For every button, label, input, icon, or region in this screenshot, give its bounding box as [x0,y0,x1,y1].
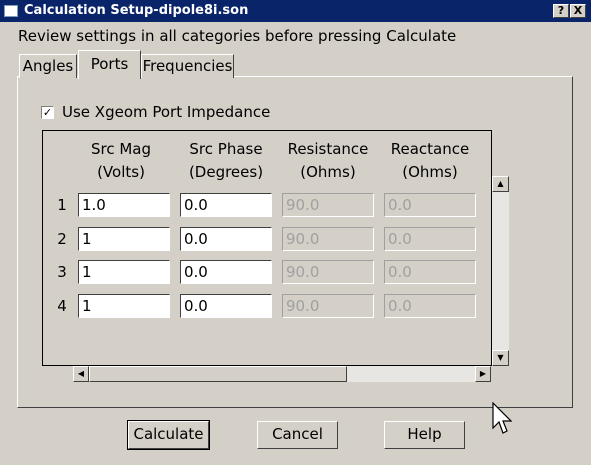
help-caption-button[interactable]: ? [553,4,569,18]
resistance-field: 90.0 [282,294,374,318]
xgeom-checkbox[interactable]: ✓ [41,106,54,119]
scroll-left-button[interactable]: ◀ [73,366,89,382]
src-phase-field[interactable]: 0.0 [180,260,272,284]
resistance-field: 90.0 [282,193,374,217]
reactance-field: 0.0 [384,227,476,251]
src-phase-field[interactable]: 0.0 [180,193,272,217]
row-number: 3 [57,263,67,281]
header-reactance: Reactance (Ohms) [390,140,470,181]
tab-frequencies[interactable]: Frequencies [141,54,234,78]
xgeom-label: Use Xgeom Port Impedance [62,103,271,121]
src-mag-field[interactable]: 1.0 [78,193,170,217]
header-src-phase: Src Phase (Degrees) [188,140,264,181]
header-src-mag: Src Mag (Volts) [90,140,152,181]
row-number: 2 [57,230,67,248]
close-button[interactable]: X [570,4,586,18]
instruction-text: Review settings in all categories before… [18,27,457,45]
window-title: Calculation Setup-dipole8i.son [24,3,249,18]
row-number: 4 [57,297,67,315]
mouse-cursor-icon [492,402,512,434]
scroll-up-button[interactable]: ▲ [492,176,509,192]
cancel-button[interactable]: Cancel [257,421,338,449]
reactance-field: 0.0 [384,193,476,217]
src-phase-field[interactable]: 0.0 [180,227,272,251]
header-resistance: Resistance (Ohms) [287,140,369,181]
reactance-field: 0.0 [384,294,476,318]
scroll-down-button[interactable]: ▼ [492,350,509,366]
calculate-button[interactable]: Calculate [127,420,210,450]
reactance-field: 0.0 [384,260,476,284]
src-mag-field[interactable]: 1 [78,227,170,251]
scroll-right-button[interactable]: ▶ [475,366,491,382]
horizontal-scroll-thumb[interactable] [89,366,347,382]
src-mag-field[interactable]: 1 [78,294,170,318]
help-button[interactable]: Help [384,421,465,449]
src-phase-field[interactable]: 0.0 [180,294,272,318]
row-number: 1 [57,196,67,214]
src-mag-field[interactable]: 1 [78,260,170,284]
resistance-field: 90.0 [282,260,374,284]
vertical-scrollbar[interactable] [492,176,509,366]
tab-angles[interactable]: Angles [19,54,77,78]
tab-ports[interactable]: Ports [78,50,141,79]
window-icon [4,5,18,17]
resistance-field: 90.0 [282,227,374,251]
